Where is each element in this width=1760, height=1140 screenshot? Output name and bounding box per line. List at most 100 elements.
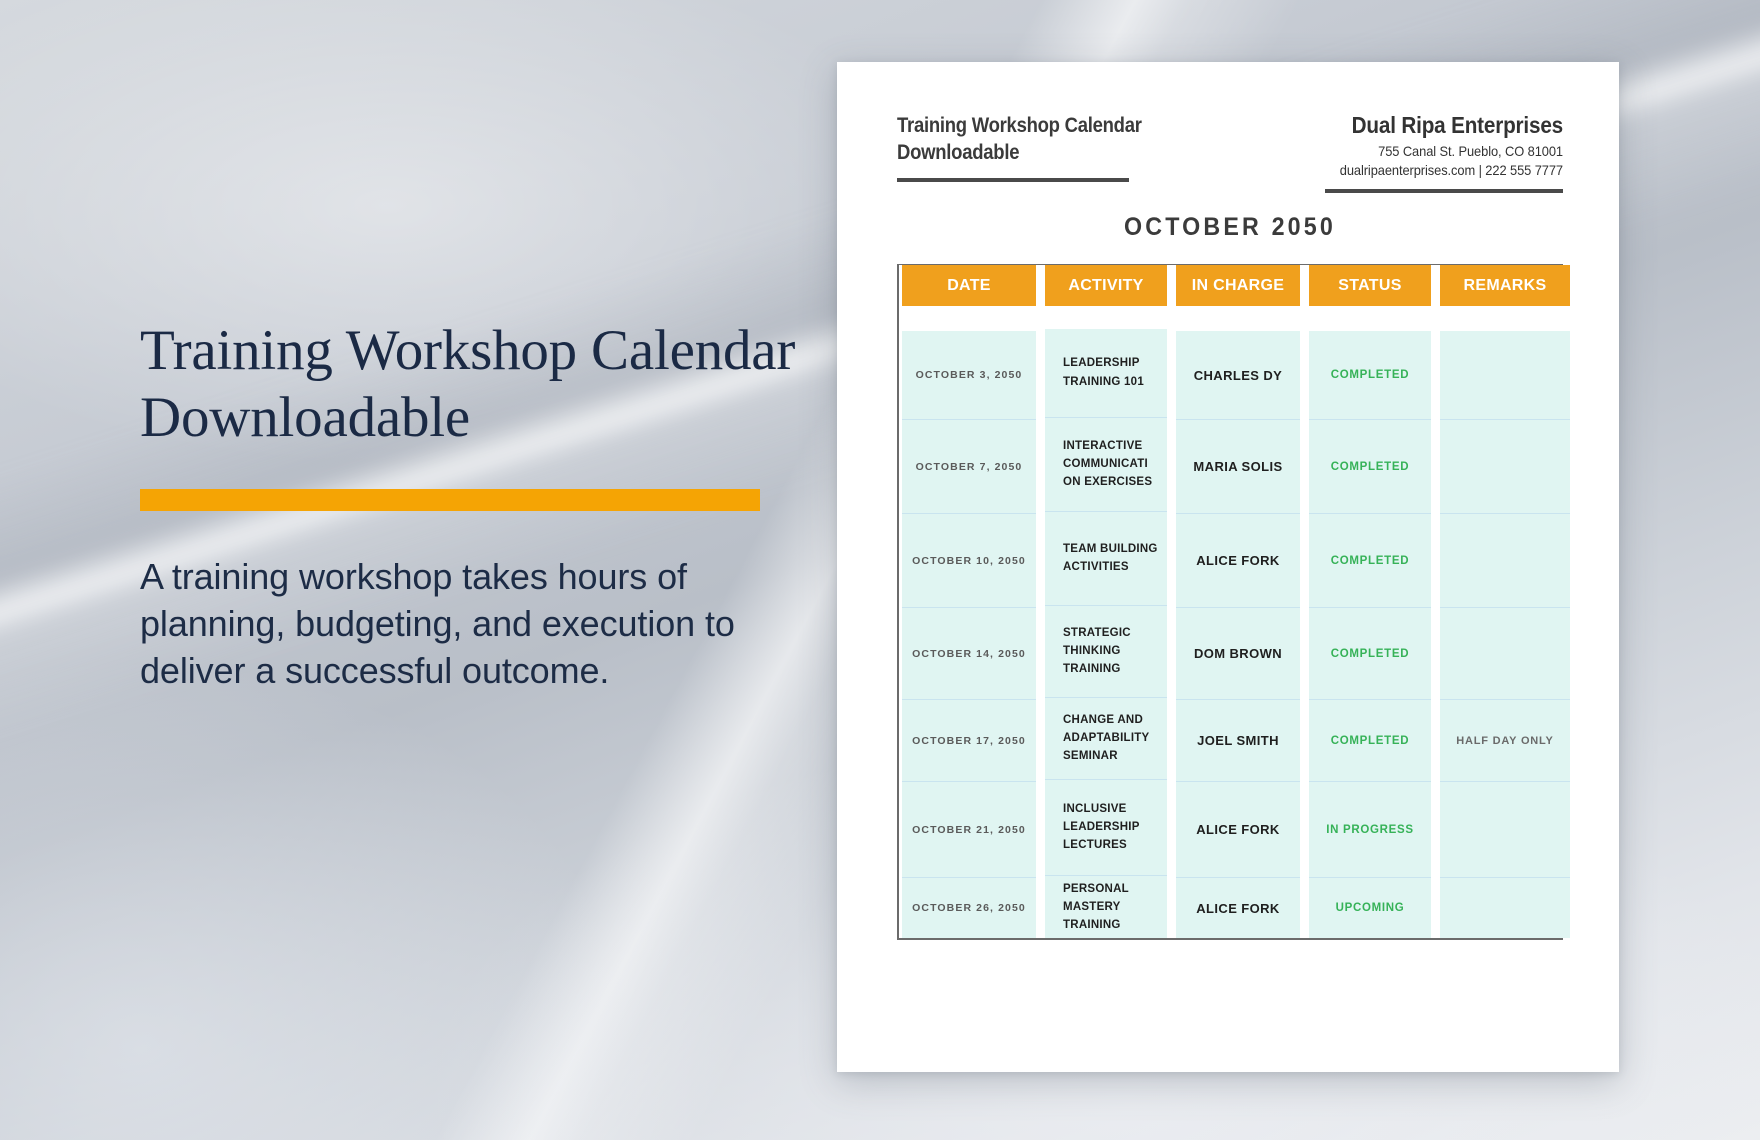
status-badge: COMPLETED	[1330, 460, 1410, 473]
organization-underline-rule	[1325, 189, 1563, 193]
cell-text: INTERACTIVE COMMUNICATI ON EXERCISES	[1063, 439, 1153, 489]
column-activity: ACTIVITY LEADERSHIP TRAINING 101 INTERAC…	[1045, 265, 1167, 938]
column-spacer-status	[1309, 306, 1431, 331]
table-cell-activity[interactable]: CHANGE AND ADAPTABILITY SEMINAR	[1045, 697, 1167, 780]
table-cell-status[interactable]: IN PROGRESS	[1309, 782, 1431, 878]
table-cell-status[interactable]: COMPLETED	[1309, 608, 1431, 700]
table-cell-date[interactable]: OCTOBER 17, 2050	[902, 700, 1036, 782]
cell-text: OCTOBER 21, 2050	[912, 823, 1026, 836]
table-cell-date[interactable]: OCTOBER 21, 2050	[902, 782, 1036, 878]
cell-text: ALICE FORK	[1196, 553, 1280, 568]
table-cell-date[interactable]: OCTOBER 26, 2050	[902, 878, 1036, 938]
column-spacer-activity	[1045, 306, 1167, 329]
column-body-in-charge: CHARLES DY MARIA SOLIS ALICE FORK DOM BR…	[1176, 331, 1300, 938]
cell-text: STRATEGIC THINKING TRAINING	[1063, 626, 1131, 676]
column-body-status: COMPLETED COMPLETED COMPLETED COMPLETED …	[1309, 331, 1431, 938]
status-badge: COMPLETED	[1330, 369, 1410, 381]
table-cell-in-charge[interactable]: CHARLES DY	[1176, 331, 1300, 420]
calendar-table: DATE OCTOBER 3, 2050 OCTOBER 7, 2050 OCT…	[897, 264, 1570, 940]
table-cell-activity[interactable]: PERSONAL MASTERY TRAINING	[1045, 875, 1167, 938]
cell-text: CHANGE AND ADAPTABILITY SEMINAR	[1063, 713, 1150, 763]
cell-text: DOM BROWN	[1193, 646, 1283, 661]
column-in-charge: IN CHARGE CHARLES DY MARIA SOLIS ALICE F…	[1176, 265, 1300, 938]
column-spacer-date	[902, 306, 1036, 331]
cell-text: JOEL SMITH	[1197, 733, 1279, 748]
table-cell-remarks[interactable]	[1440, 782, 1570, 878]
table-cell-activity[interactable]: INCLUSIVE LEADERSHIP LECTURES	[1045, 779, 1167, 876]
cell-text: OCTOBER 14, 2050	[912, 647, 1026, 660]
cell-text: ALICE FORK	[1196, 822, 1280, 837]
table-cell-date[interactable]: OCTOBER 10, 2050	[902, 514, 1036, 608]
cell-text: ALICE FORK	[1196, 900, 1280, 916]
table-cell-remarks[interactable]	[1440, 420, 1570, 514]
table-cell-remarks[interactable]	[1440, 878, 1570, 938]
status-badge: UPCOMING	[1335, 902, 1405, 914]
calendar-table-columns: DATE OCTOBER 3, 2050 OCTOBER 7, 2050 OCT…	[899, 265, 1570, 938]
table-cell-in-charge[interactable]: ALICE FORK	[1176, 782, 1300, 878]
promo-panel: Training Workshop Calendar Downloadable …	[140, 318, 820, 731]
column-body-remarks: HALF DAY ONLY	[1440, 331, 1570, 938]
promo-accent-rule	[140, 489, 760, 512]
table-cell-remarks[interactable]: HALF DAY ONLY	[1440, 700, 1570, 782]
cell-text: OCTOBER 10, 2050	[912, 554, 1026, 567]
cell-text: PERSONAL MASTERY TRAINING	[1063, 882, 1129, 931]
table-cell-date[interactable]: OCTOBER 14, 2050	[902, 608, 1036, 700]
organization-contact: dualripaenterprises.com | 222 555 7777	[1339, 162, 1563, 178]
status-badge: IN PROGRESS	[1326, 823, 1414, 836]
status-badge: COMPLETED	[1330, 554, 1410, 567]
column-header-remarks[interactable]: REMARKS	[1440, 265, 1570, 306]
promo-title: Training Workshop Calendar Downloadable	[140, 319, 796, 449]
column-header-status[interactable]: STATUS	[1309, 265, 1431, 306]
column-header-in-charge[interactable]: IN CHARGE	[1176, 265, 1300, 306]
table-cell-status[interactable]: COMPLETED	[1309, 514, 1431, 608]
document-preview-card[interactable]: Training Workshop Calendar Downloadable …	[837, 62, 1619, 1072]
column-body-date: OCTOBER 3, 2050 OCTOBER 7, 2050 OCTOBER …	[902, 331, 1036, 938]
table-cell-in-charge[interactable]: ALICE FORK	[1176, 878, 1300, 938]
cell-text: HALF DAY ONLY	[1456, 734, 1554, 747]
document-header-right: Dual Ripa Enterprises 755 Canal St. Pueb…	[1263, 112, 1563, 193]
column-spacer-in-charge	[1176, 306, 1300, 331]
table-cell-in-charge[interactable]: JOEL SMITH	[1176, 700, 1300, 782]
cell-text: LEADERSHIP TRAINING 101	[1063, 357, 1144, 388]
cell-text: OCTOBER 17, 2050	[912, 734, 1026, 747]
cell-text: OCTOBER 3, 2050	[915, 369, 1023, 381]
column-date: DATE OCTOBER 3, 2050 OCTOBER 7, 2050 OCT…	[902, 265, 1036, 938]
document-inner: Training Workshop Calendar Downloadable …	[897, 112, 1570, 1022]
table-cell-activity[interactable]: STRATEGIC THINKING TRAINING	[1045, 605, 1167, 698]
column-remarks: REMARKS HALF DAY ONLY	[1440, 265, 1570, 938]
table-cell-date[interactable]: OCTOBER 3, 2050	[902, 331, 1036, 420]
organization-address: 755 Canal St. Pueblo, CO 81001	[1378, 143, 1563, 159]
cell-text: INCLUSIVE LEADERSHIP LECTURES	[1063, 802, 1140, 852]
cell-text: CHARLES DY	[1193, 367, 1283, 383]
table-cell-activity[interactable]: LEADERSHIP TRAINING 101	[1045, 328, 1167, 418]
table-cell-activity[interactable]: INTERACTIVE COMMUNICATI ON EXERCISES	[1045, 417, 1167, 512]
table-cell-status[interactable]: COMPLETED	[1309, 331, 1431, 420]
cell-text: MARIA SOLIS	[1193, 459, 1283, 474]
document-title: Training Workshop Calendar Downloadable	[897, 113, 1142, 165]
column-body-activity: LEADERSHIP TRAINING 101 INTERACTIVE COMM…	[1045, 328, 1167, 938]
column-header-date[interactable]: DATE	[902, 265, 1036, 306]
title-underline-rule	[897, 178, 1129, 183]
table-cell-remarks[interactable]	[1440, 514, 1570, 608]
table-cell-status[interactable]: UPCOMING	[1309, 878, 1431, 938]
table-cell-in-charge[interactable]: DOM BROWN	[1176, 608, 1300, 700]
table-cell-activity[interactable]: TEAM BUILDING ACTIVITIES	[1045, 511, 1167, 606]
promo-description: A training workshop takes hours of plann…	[140, 556, 735, 691]
table-cell-remarks[interactable]	[1440, 608, 1570, 700]
status-badge: COMPLETED	[1330, 734, 1410, 747]
table-cell-in-charge[interactable]: ALICE FORK	[1176, 514, 1300, 608]
table-cell-in-charge[interactable]: MARIA SOLIS	[1176, 420, 1300, 514]
column-spacer-remarks	[1440, 306, 1570, 331]
cell-text: OCTOBER 7, 2050	[915, 460, 1023, 473]
poster-stage: Training Workshop Calendar Downloadable …	[0, 0, 1760, 1140]
status-badge: COMPLETED	[1330, 647, 1410, 660]
cell-text: OCTOBER 26, 2050	[912, 902, 1026, 914]
table-cell-status[interactable]: COMPLETED	[1309, 420, 1431, 514]
document-header: Training Workshop Calendar Downloadable …	[897, 112, 1563, 193]
table-cell-date[interactable]: OCTOBER 7, 2050	[902, 420, 1036, 514]
month-title: OCTOBER 2050	[1124, 213, 1336, 241]
organization-name: Dual Ripa Enterprises	[1351, 112, 1564, 138]
table-cell-remarks[interactable]	[1440, 331, 1570, 420]
table-cell-status[interactable]: COMPLETED	[1309, 700, 1431, 782]
column-header-activity[interactable]: ACTIVITY	[1045, 265, 1167, 306]
